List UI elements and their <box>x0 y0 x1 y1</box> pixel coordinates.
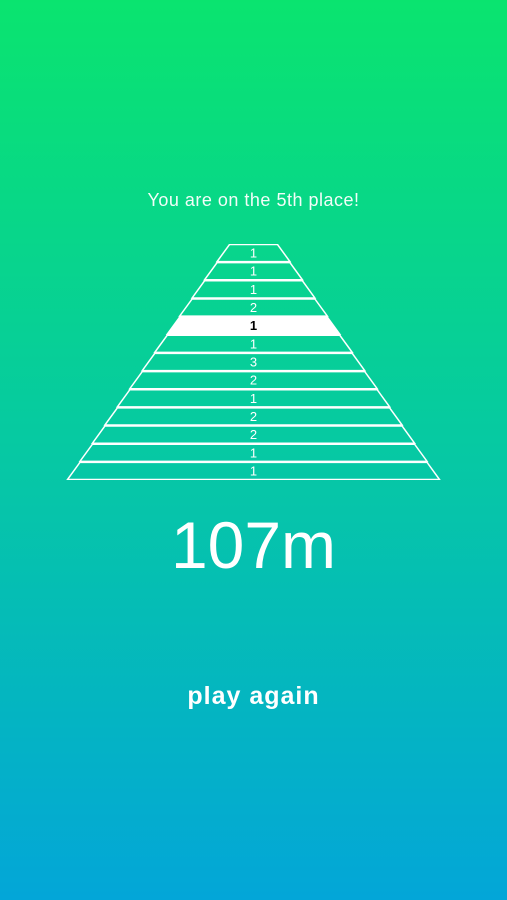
pyramid-svg: 1 1 1 2 1 1 3 2 1 2 2 1 1 <box>66 244 441 480</box>
pyramid-row-value: 1 <box>250 336 257 351</box>
place-result-text: You are on the 5th place! <box>147 190 360 210</box>
pyramid-row-value: 1 <box>250 264 257 279</box>
pyramid-row-value: 1 <box>250 318 257 333</box>
pyramid-row-value: 1 <box>250 445 257 460</box>
leaderboard-pyramid: 1 1 1 2 1 1 3 2 1 2 2 1 1 <box>0 244 507 480</box>
pyramid-row-value: 1 <box>250 391 257 406</box>
play-again-button[interactable]: play again <box>128 676 379 716</box>
pyramid-row-value: 2 <box>250 300 257 315</box>
pyramid-row-value: 1 <box>250 463 257 478</box>
pyramid-row-value: 1 <box>250 282 257 297</box>
pyramid-row-value: 2 <box>250 373 257 388</box>
pyramid-row-value: 2 <box>250 427 257 442</box>
pyramid-row-value: 1 <box>250 246 257 261</box>
pyramid-row-value: 3 <box>250 355 257 370</box>
pyramid-row-value: 2 <box>250 409 257 424</box>
distance-score: 107m <box>170 508 337 582</box>
